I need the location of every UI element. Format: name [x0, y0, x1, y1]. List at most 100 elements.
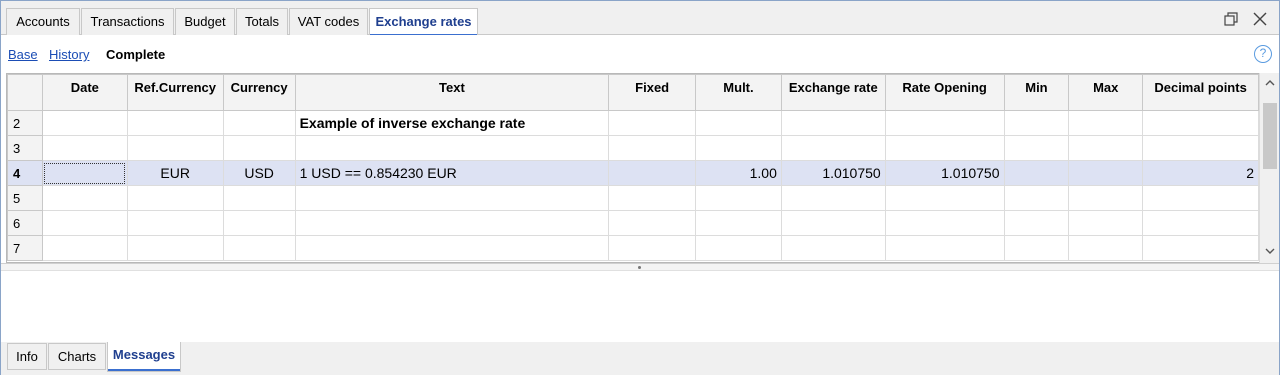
cell-exchange-rate[interactable] [780, 110, 886, 136]
cell-max[interactable] [1068, 110, 1144, 136]
cell-ref-currency[interactable] [126, 235, 224, 261]
pane-splitter[interactable] [1, 263, 1279, 271]
close-icon[interactable] [1251, 10, 1269, 28]
cell-max[interactable] [1068, 135, 1144, 161]
column-header-date[interactable]: Date [41, 74, 128, 111]
restore-window-icon[interactable] [1222, 10, 1240, 28]
cell-fixed[interactable] [608, 135, 697, 161]
cell-decimal-points[interactable] [1142, 235, 1259, 261]
cell-min[interactable] [1003, 185, 1070, 211]
cell-text[interactable]: 1 USD == 0.854230 EUR [294, 160, 610, 186]
table-row[interactable]: 3 [7, 135, 1259, 161]
column-header-rate-opening[interactable]: Rate Opening [884, 74, 1005, 111]
cell-ref-currency[interactable] [126, 135, 224, 161]
cell-fixed[interactable] [608, 110, 697, 136]
cell-currency[interactable]: USD [222, 160, 296, 186]
column-header-ref-currency[interactable]: Ref.Currency [126, 74, 224, 111]
cell-exchange-rate[interactable]: 1.010750 [780, 160, 886, 186]
cell-decimal-points[interactable] [1142, 110, 1259, 136]
cell-mult[interactable] [695, 135, 782, 161]
row-number[interactable]: 3 [7, 135, 43, 161]
cell-ref-currency[interactable] [126, 210, 224, 236]
cell-decimal-points[interactable] [1142, 185, 1259, 211]
cell-currency[interactable] [222, 235, 296, 261]
row-number[interactable]: 7 [7, 235, 43, 261]
cell-currency[interactable] [222, 210, 296, 236]
cell-rate-opening[interactable] [884, 235, 1005, 261]
cell-date[interactable] [41, 235, 128, 261]
cell-max[interactable] [1068, 235, 1144, 261]
cell-max[interactable] [1068, 185, 1144, 211]
row-number[interactable]: 5 [7, 185, 43, 211]
cell-ref-currency[interactable] [126, 185, 224, 211]
column-header-text[interactable]: Text [294, 74, 610, 111]
tab-info[interactable]: Info [7, 343, 47, 370]
column-header-fixed[interactable]: Fixed [608, 74, 697, 111]
view-current-complete[interactable]: Complete [106, 47, 165, 62]
view-link-history[interactable]: History [49, 47, 89, 62]
cell-decimal-points[interactable] [1142, 135, 1259, 161]
table-row[interactable]: 6 [7, 210, 1259, 236]
row-number[interactable]: 2 [7, 110, 43, 136]
tab-totals[interactable]: Totals [236, 8, 288, 35]
table-row[interactable]: 5 [7, 185, 1259, 211]
column-header-mult[interactable]: Mult. [695, 74, 782, 111]
cell-date-focused[interactable] [41, 160, 128, 186]
cell-date[interactable] [41, 210, 128, 236]
cell-text[interactable] [294, 185, 610, 211]
chevron-up-icon[interactable] [1260, 75, 1280, 93]
column-header-currency[interactable]: Currency [222, 74, 296, 111]
tab-charts[interactable]: Charts [48, 343, 106, 370]
cell-mult[interactable] [695, 235, 782, 261]
cell-mult[interactable] [695, 185, 782, 211]
corner-header[interactable] [7, 74, 43, 111]
cell-rate-opening[interactable]: 1.010750 [884, 160, 1005, 186]
cell-date[interactable] [41, 185, 128, 211]
cell-min[interactable] [1003, 135, 1070, 161]
tab-transactions[interactable]: Transactions [81, 8, 174, 35]
cell-currency[interactable] [222, 110, 296, 136]
cell-fixed[interactable] [608, 185, 697, 211]
cell-text[interactable] [294, 135, 610, 161]
help-icon[interactable]: ? [1254, 45, 1272, 63]
table-row[interactable]: 2 Example of inverse exchange rate [7, 110, 1259, 136]
cell-text[interactable] [294, 235, 610, 261]
cell-ref-currency[interactable]: EUR [126, 160, 224, 186]
tab-budget[interactable]: Budget [175, 8, 235, 35]
column-header-decimal-points[interactable]: Decimal points [1142, 74, 1259, 111]
cell-decimal-points[interactable] [1142, 210, 1259, 236]
table-row-selected[interactable]: 4 EUR USD 1 USD == 0.854230 EUR 1.00 1.0… [7, 160, 1259, 186]
cell-date[interactable] [41, 135, 128, 161]
cell-fixed[interactable] [608, 235, 697, 261]
cell-fixed[interactable] [608, 160, 697, 186]
cell-currency[interactable] [222, 185, 296, 211]
row-number[interactable]: 6 [7, 210, 43, 236]
column-header-exchange-rate[interactable]: Exchange rate [780, 74, 886, 111]
tab-messages[interactable]: Messages [107, 342, 181, 372]
cell-min[interactable] [1003, 235, 1070, 261]
cell-rate-opening[interactable] [884, 210, 1005, 236]
table-row[interactable]: 7 [7, 235, 1259, 261]
tab-exchange-rates[interactable]: Exchange rates [369, 8, 478, 36]
cell-mult[interactable] [695, 210, 782, 236]
cell-currency[interactable] [222, 135, 296, 161]
vertical-scrollbar[interactable] [1259, 73, 1279, 263]
cell-text[interactable]: Example of inverse exchange rate [294, 110, 610, 136]
cell-mult[interactable] [695, 110, 782, 136]
cell-exchange-rate[interactable] [780, 210, 886, 236]
cell-rate-opening[interactable] [884, 185, 1005, 211]
cell-exchange-rate[interactable] [780, 135, 886, 161]
cell-exchange-rate[interactable] [780, 185, 886, 211]
scrollbar-thumb[interactable] [1263, 103, 1277, 169]
cell-decimal-points[interactable]: 2 [1142, 160, 1259, 186]
cell-exchange-rate[interactable] [780, 235, 886, 261]
cell-rate-opening[interactable] [884, 135, 1005, 161]
cell-max[interactable] [1068, 210, 1144, 236]
cell-date[interactable] [41, 110, 128, 136]
cell-min[interactable] [1003, 160, 1070, 186]
cell-min[interactable] [1003, 210, 1070, 236]
column-header-max[interactable]: Max [1068, 74, 1144, 111]
cell-min[interactable] [1003, 110, 1070, 136]
tab-accounts[interactable]: Accounts [6, 8, 80, 35]
tab-vat-codes[interactable]: VAT codes [289, 8, 368, 35]
